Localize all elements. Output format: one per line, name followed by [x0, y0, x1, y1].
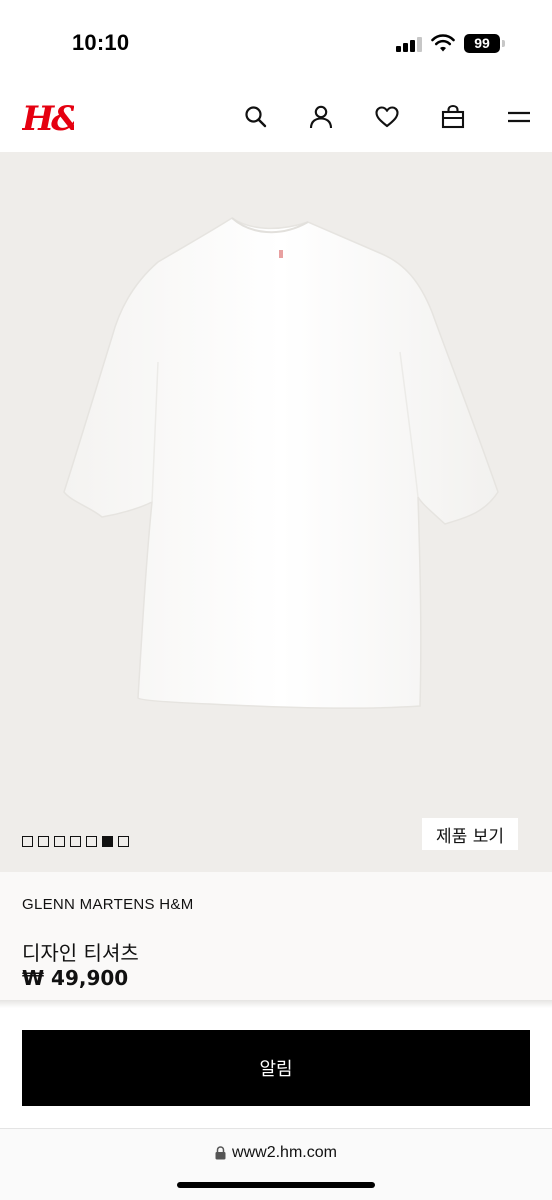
pagination-dot[interactable] — [118, 836, 129, 847]
product-brand: GLENN MARTENS H&M — [22, 896, 194, 913]
account-icon[interactable] — [308, 104, 334, 130]
status-time: 10:10 — [72, 30, 130, 55]
view-product-button[interactable]: 제품 보기 — [422, 818, 518, 850]
app-header — [0, 88, 552, 152]
battery-tip — [502, 40, 505, 47]
search-icon[interactable] — [243, 104, 269, 130]
menu-icon[interactable] — [506, 104, 532, 130]
product-price: ₩ 49,900 — [22, 966, 129, 990]
signal-icon — [396, 36, 424, 52]
tshirt-image — [63, 217, 499, 709]
heart-icon[interactable] — [374, 104, 400, 130]
image-pagination — [22, 836, 129, 848]
lock-icon — [215, 1146, 226, 1160]
url-text: www2.hm.com — [232, 1144, 337, 1161]
pagination-dot[interactable] — [38, 836, 49, 847]
pagination-dot[interactable] — [54, 836, 65, 847]
wifi-icon — [431, 34, 455, 52]
notify-button[interactable]: 알림 — [22, 1030, 530, 1106]
pagination-dot[interactable] — [70, 836, 81, 847]
product-name: 디자인 티셔츠 — [22, 941, 139, 965]
pagination-dot-active[interactable] — [102, 836, 113, 847]
divider — [0, 1000, 552, 1008]
bag-icon[interactable] — [440, 104, 466, 130]
url-field[interactable]: www2.hm.com — [0, 1144, 552, 1168]
hm-logo[interactable]: H&M — [22, 94, 74, 138]
product-image[interactable] — [0, 152, 552, 872]
battery-indicator: 99 — [464, 34, 500, 53]
home-indicator[interactable] — [177, 1182, 375, 1188]
pagination-dot[interactable] — [86, 836, 97, 847]
pagination-dot[interactable] — [22, 836, 33, 847]
svg-text:H&M: H&M — [22, 99, 74, 138]
